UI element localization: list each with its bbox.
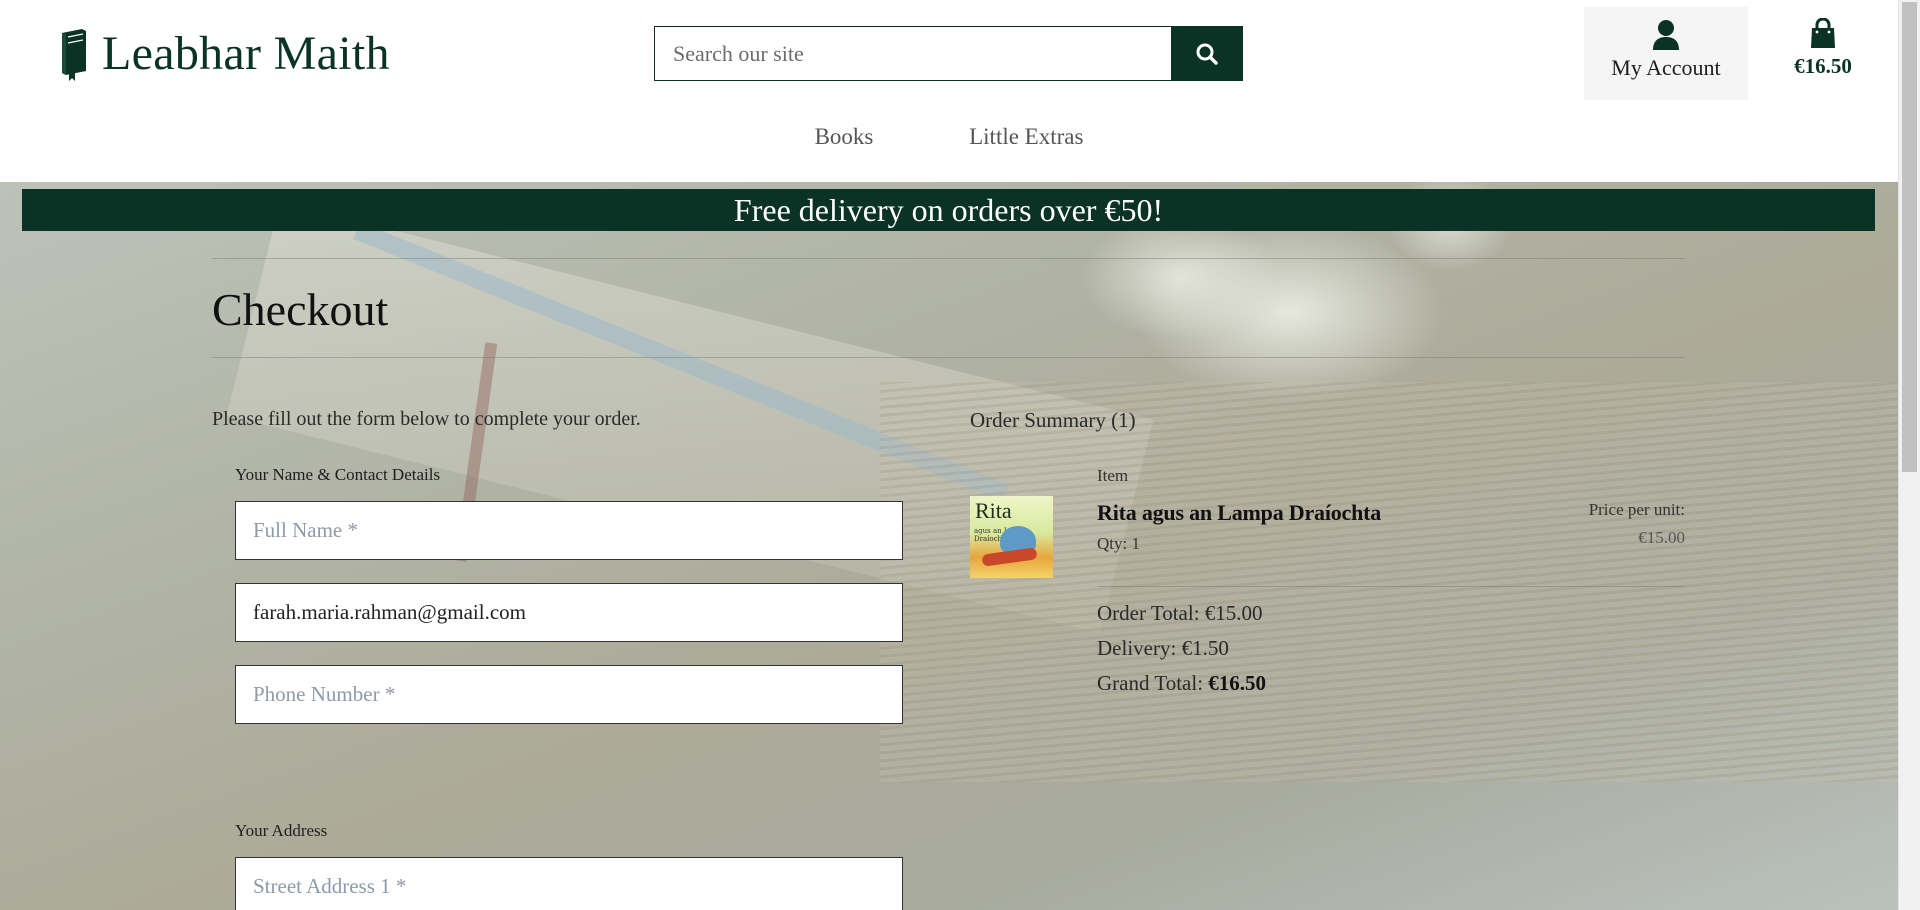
book-icon [62,28,86,81]
nav-item-books[interactable]: Books [815,124,874,149]
price-per-unit-label: Price per unit: [1588,500,1685,519]
page-scrollbar[interactable] [1898,0,1920,910]
grand-total-value: €16.50 [1208,671,1267,695]
checkout-intro: Please fill out the form below to comple… [212,408,641,430]
free-delivery-banner: Free delivery on orders over €50! [22,189,1875,231]
my-account-link[interactable]: My Account [1584,7,1748,100]
contact-section-label: Your Name & Contact Details [235,465,441,484]
logo[interactable]: Leabhar Maith [56,26,390,81]
divider [212,258,1685,259]
order-summary-title: Order Summary (1) [970,408,1136,432]
full-name-field[interactable] [235,501,903,560]
shopping-bag-icon [1811,17,1835,48]
thumbnail-carpet [981,547,1038,567]
search-button[interactable] [1171,26,1243,81]
delivery-value: €1.50 [1181,636,1229,660]
logo-text: Leabhar Maith [102,27,390,80]
address-section-label: Your Address [235,821,328,840]
phone-field[interactable] [235,665,903,724]
item-column-header: Item [1097,466,1129,485]
delivery-row: Delivery: €1.50 [1097,631,1266,666]
bag-total: €16.50 [1794,54,1852,78]
search-icon [1196,43,1218,65]
order-totals: Order Total: €15.00 Delivery: €1.50 Gran… [1097,596,1266,701]
divider [212,357,1685,358]
product-thumbnail[interactable]: Rita agus an Lampa Draíochta [970,496,1053,578]
grand-total-row: Grand Total: €16.50 [1097,666,1266,701]
search-input[interactable] [654,26,1171,81]
street-address-1-field[interactable] [235,857,903,910]
nav-item-little-extras[interactable]: Little Extras [969,124,1083,149]
order-total-label: Order Total: [1097,601,1200,625]
order-total-value: €15.00 [1204,601,1263,625]
scrollbar-thumb[interactable] [1902,2,1917,472]
email-field[interactable] [235,583,903,642]
user-icon [1653,20,1679,50]
item-qty: Qty: 1 [1097,534,1140,553]
main-nav: Books Little Extras [0,124,1898,150]
summary-divider [1097,586,1685,587]
site-header: Leabhar Maith My Account €16.50 Books Li… [0,0,1898,182]
grand-total-label: Grand Total: [1097,671,1204,695]
item-name[interactable]: Rita agus an Lampa Draíochta [1097,500,1381,526]
price-per-unit-value: €15.00 [1638,528,1685,547]
order-total-row: Order Total: €15.00 [1097,596,1266,631]
search-bar [654,26,1243,81]
shopping-bag-link[interactable]: €16.50 [1780,7,1866,100]
thumbnail-title: Rita [975,498,1012,523]
my-account-label: My Account [1611,55,1721,80]
checkout-main: Checkout Please fill out the form below … [212,258,1685,910]
page-title: Checkout [212,284,389,335]
delivery-label: Delivery: [1097,636,1177,660]
